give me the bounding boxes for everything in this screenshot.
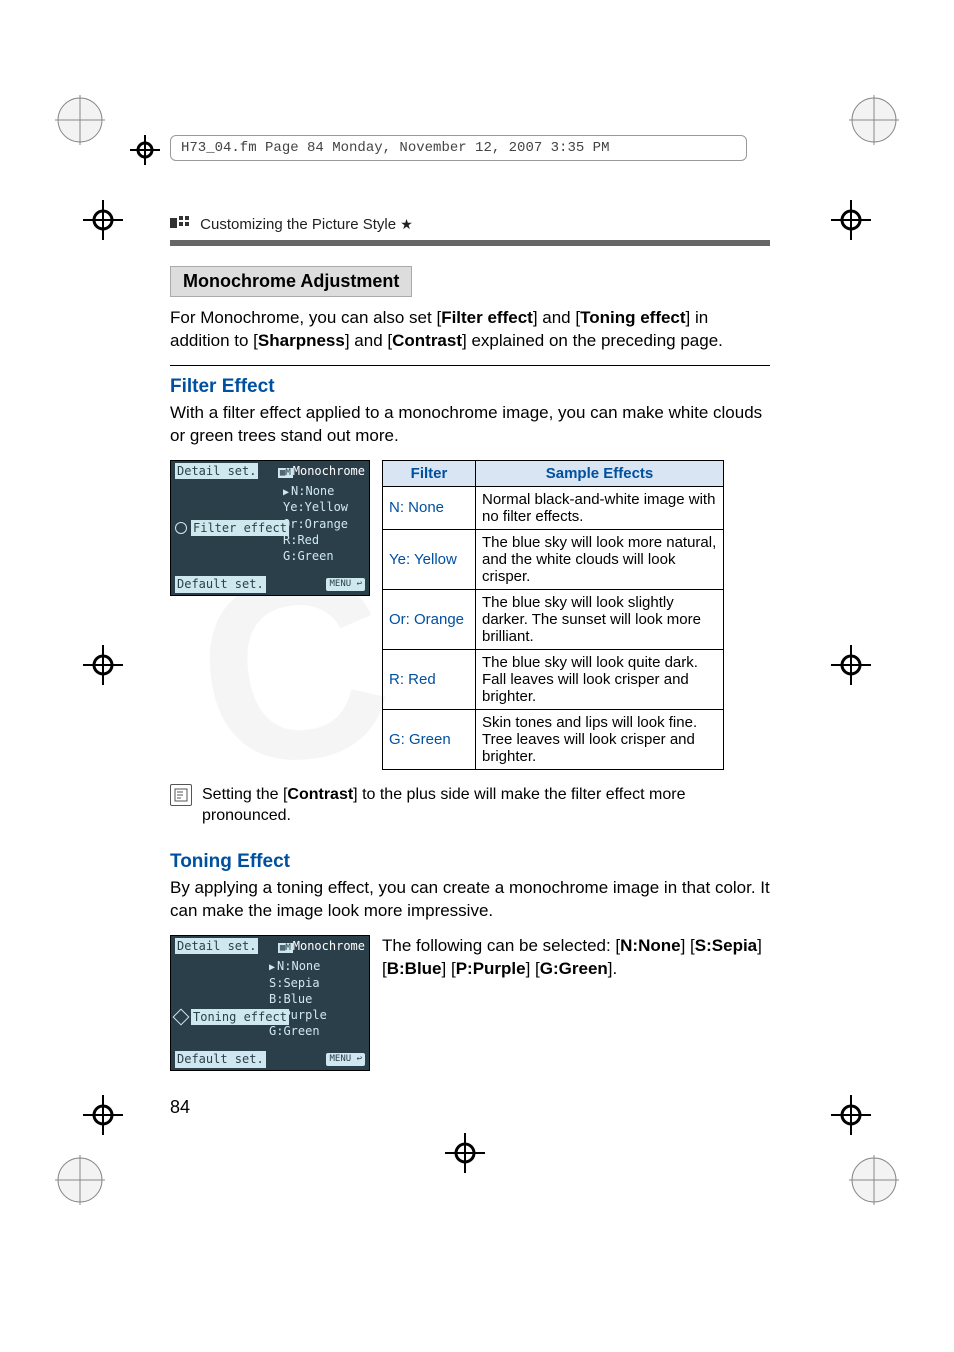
lcd-menu-badge: MENU ↩ — [326, 578, 365, 590]
lcd-option: N:None — [283, 483, 365, 500]
toning-select-text: The following can be selected: [N:None] … — [382, 935, 770, 981]
frame-header: H73_04.fm Page 84 Monday, November 12, 2… — [170, 135, 747, 161]
toning-effect-heading: Toning Effect — [170, 851, 770, 873]
table-head-filter: Filter — [383, 460, 476, 486]
lcd-title-left: Detail set. — [175, 463, 258, 479]
register-mark-icon — [78, 640, 128, 690]
note: Setting the [Contrast] to the plus side … — [170, 784, 770, 827]
lcd-footer-left: Default set. — [175, 1051, 266, 1067]
register-mark-icon — [440, 1128, 490, 1178]
running-head-text: Customizing the Picture Style — [200, 216, 396, 233]
lcd-menu-badge: MENU ↩ — [326, 1053, 365, 1065]
note-text: Setting the [Contrast] to the plus side … — [202, 784, 770, 827]
lcd-option: B:Blue — [269, 991, 365, 1007]
section-title: Monochrome Adjustment — [170, 266, 412, 297]
divider — [170, 365, 770, 366]
bullet-icon — [175, 522, 187, 534]
table-row: Or: OrangeThe blue sky will look slightl… — [383, 589, 724, 649]
lcd-toning-effect: Detail set. ▦MMonochrome N:None S:Sepia … — [170, 935, 370, 1071]
lcd-filter-effect: Detail set. ▦MMonochrome N:None Ye:Yello… — [170, 460, 370, 596]
table-row: Ye: YellowThe blue sky will look more na… — [383, 529, 724, 589]
register-mark-icon — [130, 135, 160, 165]
lcd-title-right: ▦MMonochrome — [278, 463, 365, 479]
lcd-row-label: Toning effect — [191, 1009, 289, 1025]
filter-effect-heading: Filter Effect — [170, 376, 770, 398]
filter-effect-desc: With a filter effect applied to a monoch… — [170, 402, 770, 448]
lcd-title-right: ▦MMonochrome — [278, 938, 365, 954]
lcd-toning-options: N:None S:Sepia B:Blue P:Purple G:Green — [269, 958, 365, 1039]
note-icon — [170, 784, 192, 806]
register-mark-icon — [78, 1090, 128, 1140]
head-underline — [170, 240, 770, 246]
crop-mark-icon — [849, 1155, 899, 1205]
lcd-option: Ye:Yellow — [283, 499, 365, 515]
page-number: 84 — [170, 1097, 770, 1118]
lcd-title-left: Detail set. — [175, 938, 258, 954]
running-head: Customizing the Picture Style ★ — [170, 216, 770, 234]
register-mark-icon — [78, 195, 128, 245]
register-mark-icon — [826, 640, 876, 690]
lcd-footer-left: Default set. — [175, 576, 266, 592]
toning-icon — [173, 1009, 190, 1026]
crop-mark-icon — [849, 95, 899, 145]
crop-mark-icon — [55, 1155, 105, 1205]
table-row: G: GreenSkin tones and lips will look fi… — [383, 709, 724, 769]
register-mark-icon — [826, 195, 876, 245]
intro-paragraph: For Monochrome, you can also set [Filter… — [170, 307, 770, 353]
crop-mark-icon — [55, 95, 105, 145]
filter-effect-table: Filter Sample Effects N: NoneNormal blac… — [382, 460, 724, 770]
register-mark-icon — [826, 1090, 876, 1140]
toning-effect-desc: By applying a toning effect, you can cre… — [170, 877, 770, 923]
lcd-option: S:Sepia — [269, 975, 365, 991]
table-head-effect: Sample Effects — [476, 460, 724, 486]
table-row: R: RedThe blue sky will look quite dark.… — [383, 649, 724, 709]
picture-style-icon — [170, 216, 192, 234]
table-row: N: NoneNormal black-and-white image with… — [383, 486, 724, 529]
lcd-option: N:None — [269, 958, 365, 975]
lcd-row-label: Filter effect — [191, 520, 289, 536]
star-icon: ★ — [400, 216, 413, 232]
